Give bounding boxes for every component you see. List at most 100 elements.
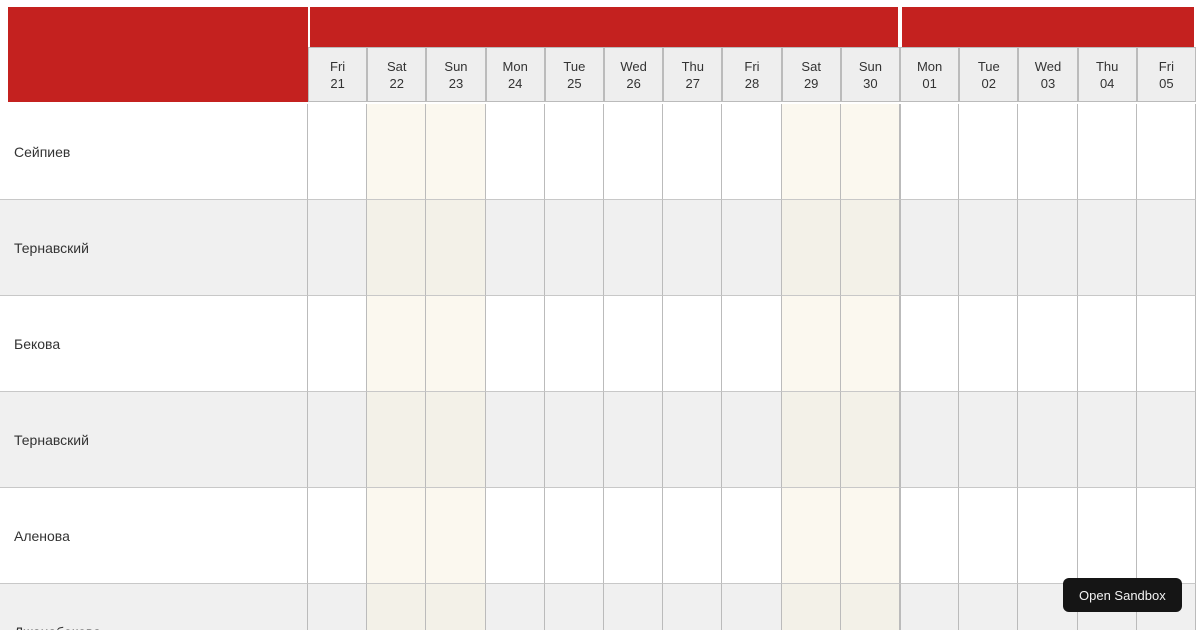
timeline-cell[interactable] [722,296,782,392]
resource-name-cell[interactable]: Джанабекова [0,584,308,630]
resource-name-cell[interactable]: Бекова [0,296,308,392]
timeline-cell[interactable] [604,392,664,488]
resource-name-cell[interactable]: Аленова [0,488,308,584]
timeline-cell[interactable] [1136,488,1196,584]
timeline-cell[interactable] [367,296,427,392]
timeline-cell[interactable] [544,104,604,200]
open-sandbox-button[interactable]: Open Sandbox [1063,578,1182,612]
timeline-cell[interactable] [426,584,486,630]
timeline-cell[interactable] [781,584,841,630]
timeline-cell[interactable] [663,296,723,392]
timeline-cell[interactable] [308,488,368,584]
timeline-cell[interactable] [722,200,782,296]
timeline-cell[interactable] [604,488,664,584]
timeline-cell[interactable] [663,488,723,584]
timeline-cell[interactable] [544,584,604,630]
timeline-cell[interactable] [840,488,900,584]
day-header-thu-27[interactable]: Thu 27 [663,47,723,102]
timeline-cell[interactable] [367,104,427,200]
day-header-sun-23[interactable]: Sun 23 [426,47,486,102]
day-header-sun-30[interactable]: Sun 30 [840,47,900,102]
day-header-fri-28[interactable]: Fri 28 [722,47,782,102]
timeline-cell[interactable] [722,584,782,630]
timeline-cell[interactable] [959,200,1019,296]
timeline-cell[interactable] [308,392,368,488]
timeline-cell[interactable] [544,392,604,488]
timeline-cell[interactable] [485,200,545,296]
timeline-cell[interactable] [1018,296,1078,392]
timeline-cell[interactable] [308,296,368,392]
timeline-cell[interactable] [485,104,545,200]
timeline-cell[interactable] [840,392,900,488]
timeline-cell[interactable] [604,104,664,200]
day-header-wed-03[interactable]: Wed 03 [1018,47,1078,102]
day-header-tue-25[interactable]: Tue 25 [544,47,604,102]
timeline-cell[interactable] [367,584,427,630]
timeline-cell[interactable] [604,200,664,296]
day-header-tue-02[interactable]: Tue 02 [959,47,1019,102]
timeline-cell[interactable] [308,200,368,296]
timeline-cell[interactable] [1136,392,1196,488]
timeline-cell[interactable] [840,200,900,296]
timeline-cell[interactable] [781,296,841,392]
timeline-cell[interactable] [544,296,604,392]
timeline-cell[interactable] [544,200,604,296]
timeline-cell[interactable] [722,104,782,200]
timeline-cell[interactable] [1077,392,1137,488]
timeline-cell[interactable] [781,488,841,584]
timeline-cell[interactable] [959,584,1019,630]
timeline-cell[interactable] [840,296,900,392]
timeline-cell[interactable] [367,392,427,488]
timeline-cell[interactable] [485,584,545,630]
timeline-cell[interactable] [959,296,1019,392]
timeline-cell[interactable] [426,296,486,392]
timeline-cell[interactable] [308,104,368,200]
timeline-cell[interactable] [426,392,486,488]
timeline-cell[interactable] [900,200,960,296]
timeline-cell[interactable] [663,104,723,200]
timeline-cell[interactable] [308,584,368,630]
timeline-cell[interactable] [1077,200,1137,296]
timeline-cell[interactable] [1018,488,1078,584]
timeline-cell[interactable] [781,104,841,200]
timeline-cell[interactable] [900,296,960,392]
day-header-mon-01[interactable]: Mon 01 [900,47,960,102]
day-header-fri-05[interactable]: Fri 05 [1136,47,1196,102]
timeline-cell[interactable] [900,584,960,630]
day-header-sat-22[interactable]: Sat 22 [367,47,427,102]
timeline-cell[interactable] [900,488,960,584]
timeline-cell[interactable] [485,392,545,488]
timeline-cell[interactable] [900,104,960,200]
timeline-cell[interactable] [1136,200,1196,296]
timeline-cell[interactable] [900,392,960,488]
timeline-cell[interactable] [663,200,723,296]
resource-name-cell[interactable]: Сейпиев [0,104,308,200]
day-header-sat-29[interactable]: Sat 29 [781,47,841,102]
timeline-cell[interactable] [1077,104,1137,200]
timeline-cell[interactable] [959,392,1019,488]
timeline-cell[interactable] [722,488,782,584]
timeline-cell[interactable] [367,488,427,584]
timeline-cell[interactable] [663,584,723,630]
timeline-cell[interactable] [959,488,1019,584]
timeline-cell[interactable] [544,488,604,584]
timeline-cell[interactable] [722,392,782,488]
timeline-cell[interactable] [1136,296,1196,392]
timeline-cell[interactable] [959,104,1019,200]
day-header-wed-26[interactable]: Wed 26 [604,47,664,102]
timeline-cell[interactable] [604,296,664,392]
timeline-cell[interactable] [426,104,486,200]
resource-name-cell[interactable]: Тернавский [0,200,308,296]
resource-name-cell[interactable]: Тернавский [0,392,308,488]
timeline-cell[interactable] [840,584,900,630]
timeline-cell[interactable] [485,296,545,392]
timeline-cell[interactable] [426,200,486,296]
timeline-cell[interactable] [485,488,545,584]
timeline-cell[interactable] [604,584,664,630]
timeline-cell[interactable] [1018,200,1078,296]
timeline-cell[interactable] [426,488,486,584]
timeline-cell[interactable] [1077,296,1137,392]
day-header-mon-24[interactable]: Mon 24 [485,47,545,102]
day-header-thu-04[interactable]: Thu 04 [1077,47,1137,102]
timeline-cell[interactable] [781,392,841,488]
